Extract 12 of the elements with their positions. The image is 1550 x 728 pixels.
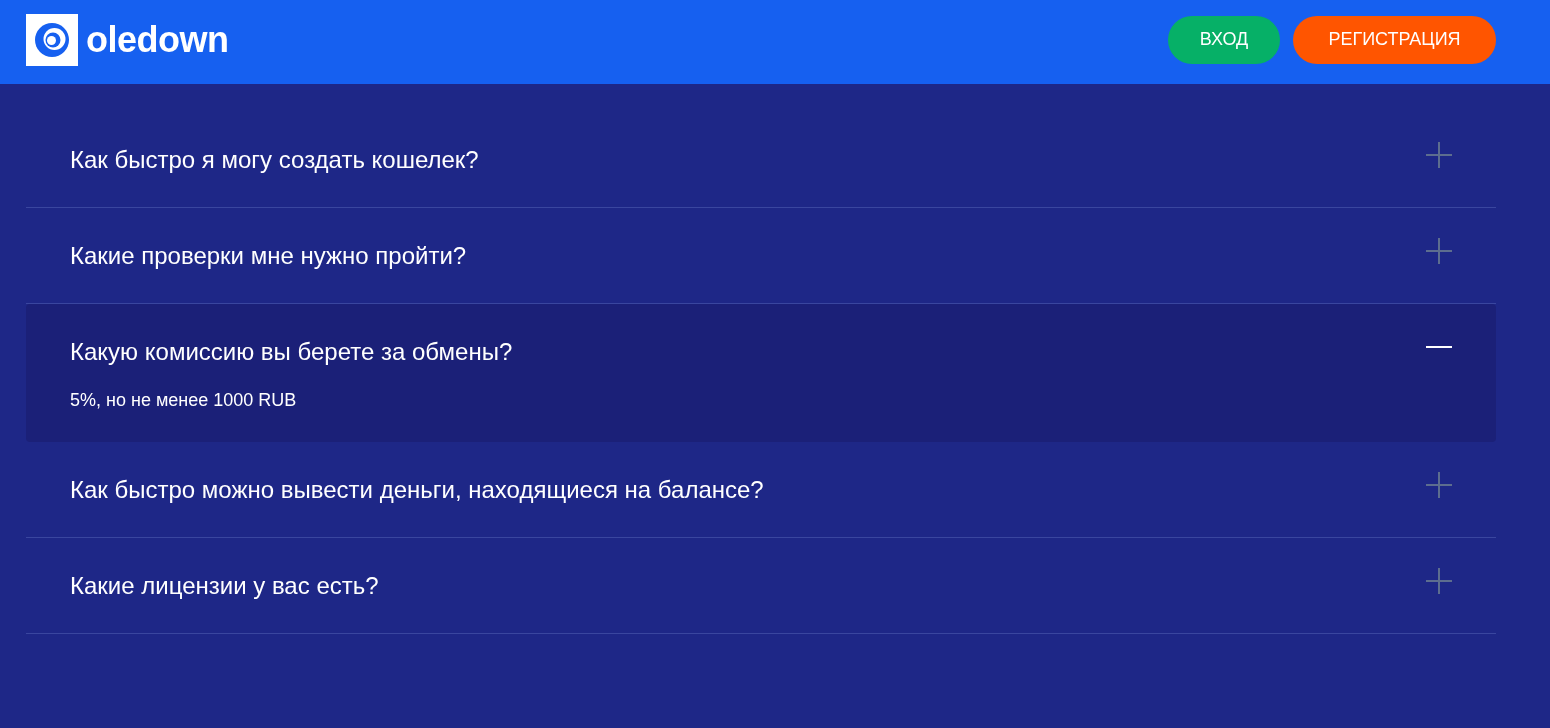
logo-icon: [26, 13, 78, 66]
faq-question[interactable]: Как быстро я могу создать кошелек?: [70, 146, 479, 174]
plus-icon[interactable]: [1426, 238, 1452, 264]
plus-icon[interactable]: [1426, 472, 1452, 498]
faq-question[interactable]: Какие лицензии у вас есть?: [70, 572, 379, 600]
faq-question[interactable]: Какие проверки мне нужно пройти?: [70, 242, 467, 270]
plus-icon[interactable]: [1426, 142, 1452, 168]
faq-answer: 5%, но не менее 1000 RUB: [70, 389, 298, 412]
logo-text[interactable]: oledown: [86, 21, 229, 58]
faq-question[interactable]: Какую комиссию вы берете за обмены?: [70, 338, 513, 366]
faq-question[interactable]: Как быстро можно вывести деньги, находящиеся на балансе?: [70, 476, 764, 504]
plus-icon[interactable]: [1426, 568, 1452, 594]
